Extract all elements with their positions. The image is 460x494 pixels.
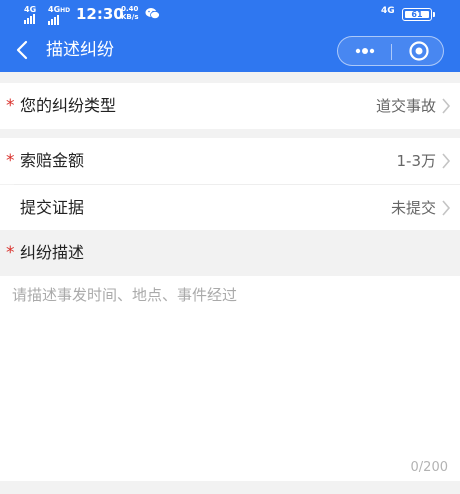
description-area: 0/200 — [0, 276, 460, 481]
close-circle-icon — [409, 41, 429, 61]
description-label: 纠纷描述 — [20, 243, 85, 262]
dispute-type-row[interactable]: * 您的纠纷类型 道交事故 — [0, 83, 460, 129]
back-icon[interactable] — [14, 40, 30, 60]
mini-program-capsule — [337, 36, 444, 66]
network-speed-value: 0.40 — [121, 5, 139, 13]
more-dots-icon — [355, 48, 375, 54]
required-marker: * — [6, 151, 15, 171]
wechat-icon — [145, 8, 160, 20]
signal-icon: 4GHD — [48, 6, 70, 25]
nav-bar: 描述纠纷 — [0, 29, 460, 72]
claim-amount-row[interactable]: * 索赔金额 1-3万 — [0, 138, 460, 184]
claim-amount-label: 索赔金额 — [20, 151, 85, 170]
signal-icon: 4G — [24, 6, 36, 24]
character-counter: 0/200 — [410, 460, 448, 475]
evidence-label: 提交证据 — [20, 198, 85, 217]
signal-network-label: 4G — [48, 5, 61, 14]
dispute-type-value: 道交事故 — [375, 97, 436, 115]
required-marker: * — [6, 96, 15, 116]
network-speed: 0.40 KB/s — [121, 5, 138, 21]
page-title: 描述纠纷 — [46, 40, 114, 60]
battery-level: 61 — [405, 11, 429, 19]
network-speed-unit: KB/s — [121, 13, 139, 21]
more-button[interactable] — [338, 37, 391, 65]
signal-network-label: 4G — [24, 5, 37, 14]
close-button[interactable] — [392, 37, 444, 65]
chevron-right-icon — [442, 200, 451, 216]
chevron-right-icon — [442, 153, 451, 169]
status-time: 12:30 — [76, 5, 124, 23]
description-input[interactable] — [12, 284, 448, 454]
evidence-value: 未提交 — [390, 199, 436, 217]
battery-icon: 61 — [402, 8, 435, 21]
description-header: * 纠纷描述 — [0, 230, 460, 276]
signal-hd-label: HD — [60, 7, 71, 14]
status-bar: 4G 4GHD 12:30 0.40 KB/s 4G 61 — [0, 0, 460, 29]
required-marker: * — [6, 243, 15, 263]
evidence-row[interactable]: 提交证据 未提交 — [0, 185, 460, 231]
dispute-type-label: 您的纠纷类型 — [20, 96, 117, 115]
network-type: 4G — [381, 6, 395, 16]
chevron-right-icon — [442, 98, 451, 114]
claim-amount-value: 1-3万 — [396, 152, 437, 170]
